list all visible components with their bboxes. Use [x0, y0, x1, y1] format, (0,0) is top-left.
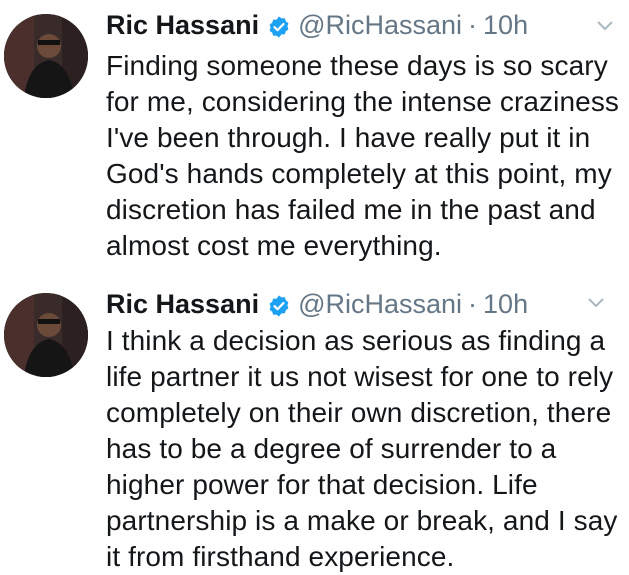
tweet-text-line: God's hands completely at this point, my — [106, 158, 612, 189]
verified-badge-icon — [267, 292, 291, 317]
chevron-down-icon[interactable] — [587, 297, 605, 309]
display-name[interactable]: Ric Hassani — [106, 287, 259, 321]
tweet-text-line: I think a decision as serious as finding… — [106, 325, 606, 356]
timestamp[interactable]: 10h — [483, 8, 528, 42]
tweet-header: Ric Hassani @RicHassani · 10h — [106, 8, 528, 42]
tweet-text-line: for me, considering the intense crazines… — [106, 86, 620, 117]
tweet-text-line: almost cost me everything. — [106, 230, 442, 261]
tweet-text-line: completely on their own discretion, ther… — [106, 397, 612, 428]
avatar-photo — [4, 293, 88, 377]
tweet-text-line: I've been through. I have really put it … — [106, 122, 591, 153]
timestamp[interactable]: 10h — [483, 287, 528, 321]
tweet-text-line: life partner it us not wisest for one to… — [106, 361, 614, 392]
tweet-text: Finding someone these days is so scary f… — [106, 48, 619, 264]
separator-dot: · — [468, 10, 478, 40]
avatar[interactable] — [4, 14, 88, 98]
handle[interactable]: @RicHassani — [298, 8, 462, 42]
avatar[interactable] — [4, 293, 88, 377]
tweet-text-line: higher power for that decision. Life — [106, 469, 538, 500]
tweet-text-line: partnership is a make or break, and I sa… — [106, 505, 618, 536]
tweet-text-line: discretion has failed me in the past and — [106, 194, 596, 225]
separator-dot: · — [468, 289, 478, 319]
tweet-text-line: has to be a degree of surrender to a — [106, 433, 557, 464]
display-name[interactable]: Ric Hassani — [106, 8, 259, 42]
chevron-down-icon[interactable] — [596, 20, 614, 32]
verified-badge-icon — [267, 13, 291, 38]
avatar-photo — [4, 14, 88, 98]
tweet-text-line: Finding someone these days is so scary — [106, 50, 608, 81]
tweet-header: Ric Hassani @RicHassani · 10h — [106, 287, 528, 321]
tweet-text: I think a decision as serious as finding… — [106, 323, 617, 575]
handle[interactable]: @RicHassani — [298, 287, 462, 321]
tweet-text-line: it from firsthand experience. — [106, 541, 455, 572]
